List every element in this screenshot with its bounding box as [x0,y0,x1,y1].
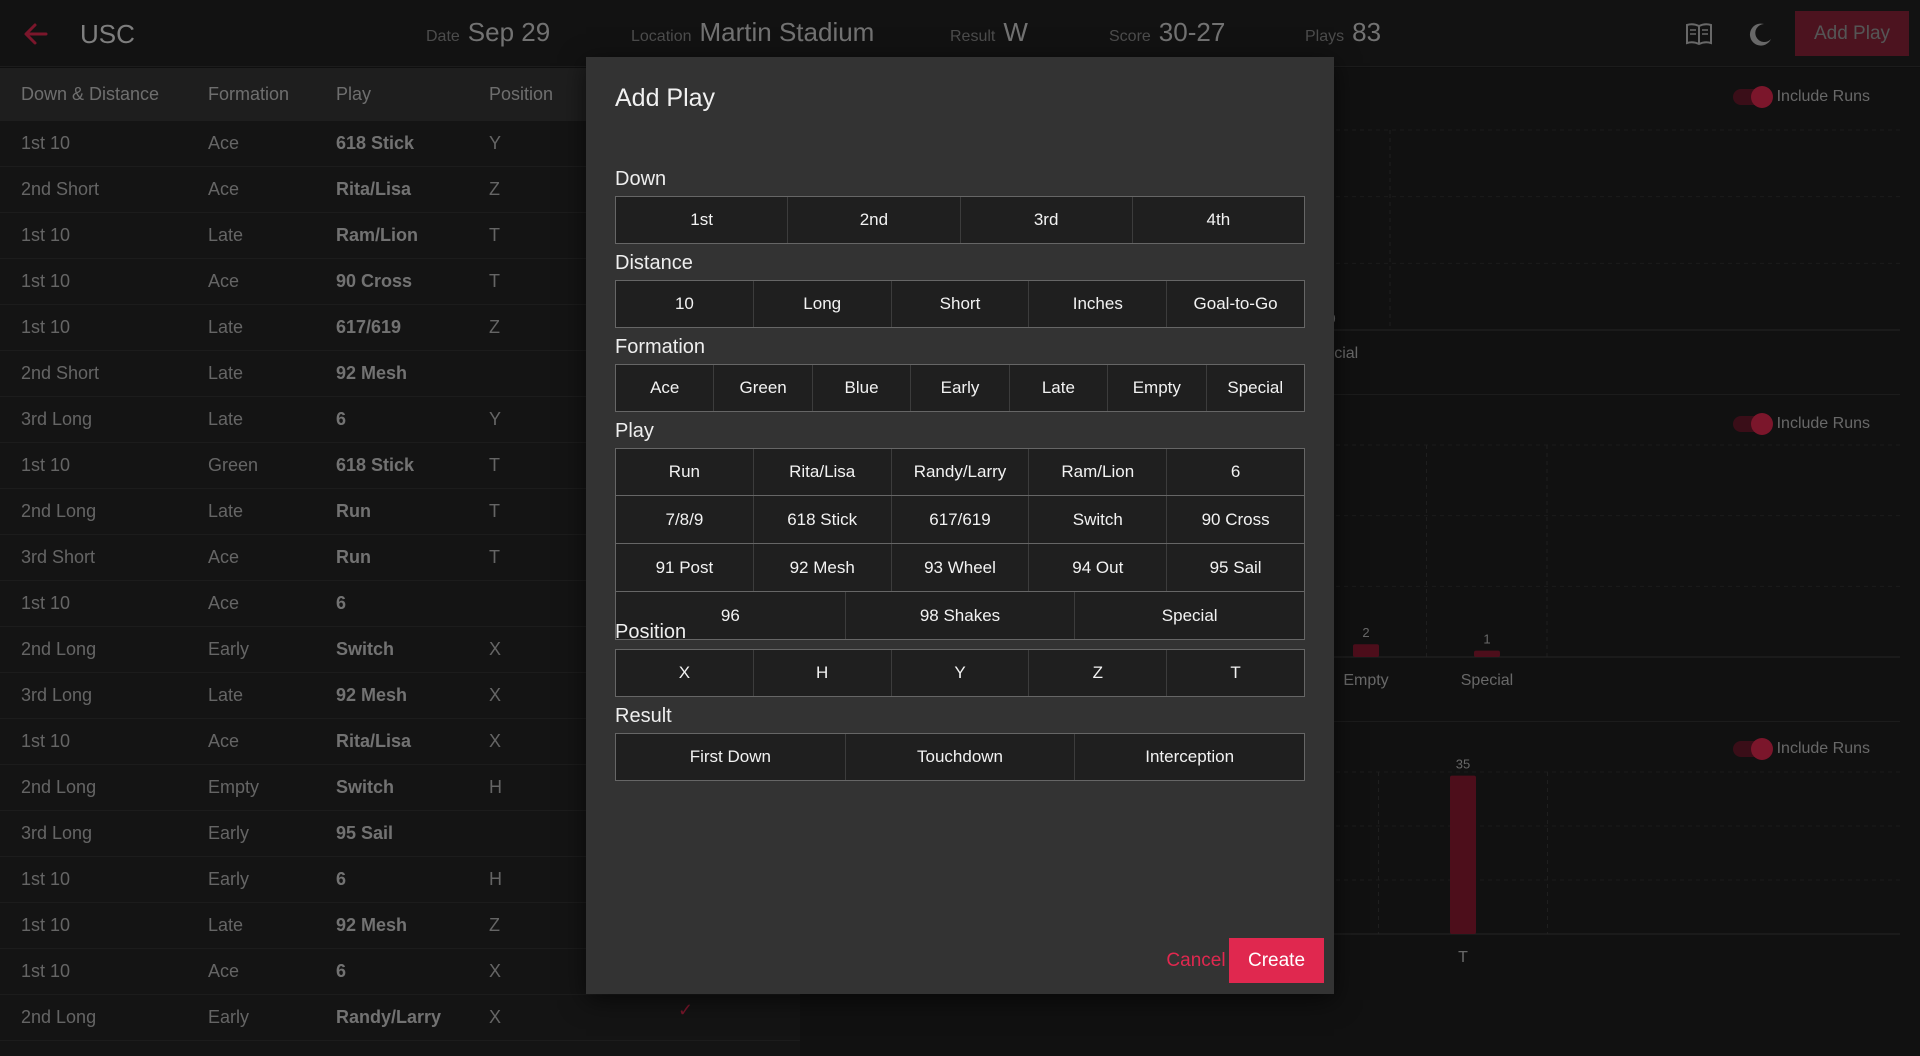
option-button[interactable]: 95 Sail [1167,544,1304,591]
field-group-position: Position X H Y Z T [615,615,1305,697]
dialog-title: Add Play [615,84,716,112]
option-button[interactable]: T [1167,650,1304,696]
option-button[interactable]: 94 Out [1029,544,1168,591]
field-group-formation: Formation Ace Green Blue Early Late Empty Speci… [615,330,1305,412]
field-group-down: Down 1st 2nd 3rd 4th [615,162,1305,244]
option-button[interactable]: 2nd [788,197,961,243]
field-label: Formation [615,336,706,358]
option-button[interactable]: Late [1010,365,1109,411]
create-button[interactable]: Create [1229,938,1324,983]
field-label: Play [615,420,654,442]
option-button[interactable]: Green [714,365,813,411]
option-button[interactable]: 618 Stick [754,496,892,543]
field-group-distance: Distance 10 Long Short Inches Goal-to-Go [615,246,1305,328]
option-row: First Down Touchdown Interception [615,733,1305,781]
field-label: Position [615,621,687,643]
option-button[interactable]: Ram/Lion [1029,449,1168,495]
option-button[interactable]: Long [754,281,892,327]
option-button[interactable]: First Down [616,734,846,780]
option-button[interactable]: Blue [813,365,912,411]
option-button[interactable]: Empty [1108,365,1207,411]
option-row: 91 Post 92 Mesh 93 Wheel 94 Out 95 Sail [615,544,1305,592]
field-group-play: Play Run Rita/Lisa Randy/Larry Ram/Lion 6 7/8/… [615,414,1305,640]
option-row: Ace Green Blue Early Late Empty Special [615,364,1305,412]
option-button[interactable]: Y [892,650,1030,696]
option-button[interactable]: 93 Wheel [892,544,1030,591]
option-row: 10 Long Short Inches Goal-to-Go [615,280,1305,328]
field-label: Result [615,705,672,727]
option-row: Run Rita/Lisa Randy/Larry Ram/Lion 6 [615,448,1305,496]
option-button[interactable]: Ace [616,365,715,411]
field-label: Distance [615,252,693,274]
option-button[interactable]: Randy/Larry [892,449,1030,495]
option-button[interactable]: Special [1207,365,1304,411]
option-button[interactable]: Goal-to-Go [1167,281,1304,327]
option-button[interactable]: H [754,650,892,696]
option-button[interactable]: 91 Post [616,544,754,591]
add-play-dialog: Add Play Down 1st 2nd 3rd 4th Distance 10 Long S… [586,57,1334,994]
option-button[interactable]: Rita/Lisa [754,449,892,495]
option-button[interactable]: 617/619 [892,496,1030,543]
option-button[interactable]: 7/8/9 [616,496,754,543]
option-button[interactable]: Z [1029,650,1168,696]
option-row: 7/8/9 618 Stick 617/619 Switch 90 Cross [615,496,1305,544]
option-button[interactable]: 4th [1133,197,1304,243]
option-button[interactable]: 1st [616,197,789,243]
option-button[interactable]: X [616,650,754,696]
field-label: Down [615,168,667,190]
option-button[interactable]: Run [616,449,754,495]
option-button[interactable]: Short [892,281,1030,327]
field-group-result: Result First Down Touchdown Interception [615,699,1305,781]
option-button[interactable]: Switch [1029,496,1168,543]
option-button[interactable]: Touchdown [846,734,1076,780]
option-button[interactable]: 3rd [961,197,1133,243]
option-row: XHYZT [615,649,1305,697]
option-button[interactable]: 10 [616,281,754,327]
option-button[interactable]: 90 Cross [1167,496,1304,543]
option-button[interactable]: Inches [1029,281,1168,327]
option-row: 1st 2nd 3rd 4th [615,196,1305,244]
option-button[interactable]: Early [911,365,1010,411]
option-button[interactable]: 6 [1167,449,1304,495]
option-button[interactable]: Interception [1075,734,1304,780]
option-button[interactable]: 92 Mesh [754,544,892,591]
